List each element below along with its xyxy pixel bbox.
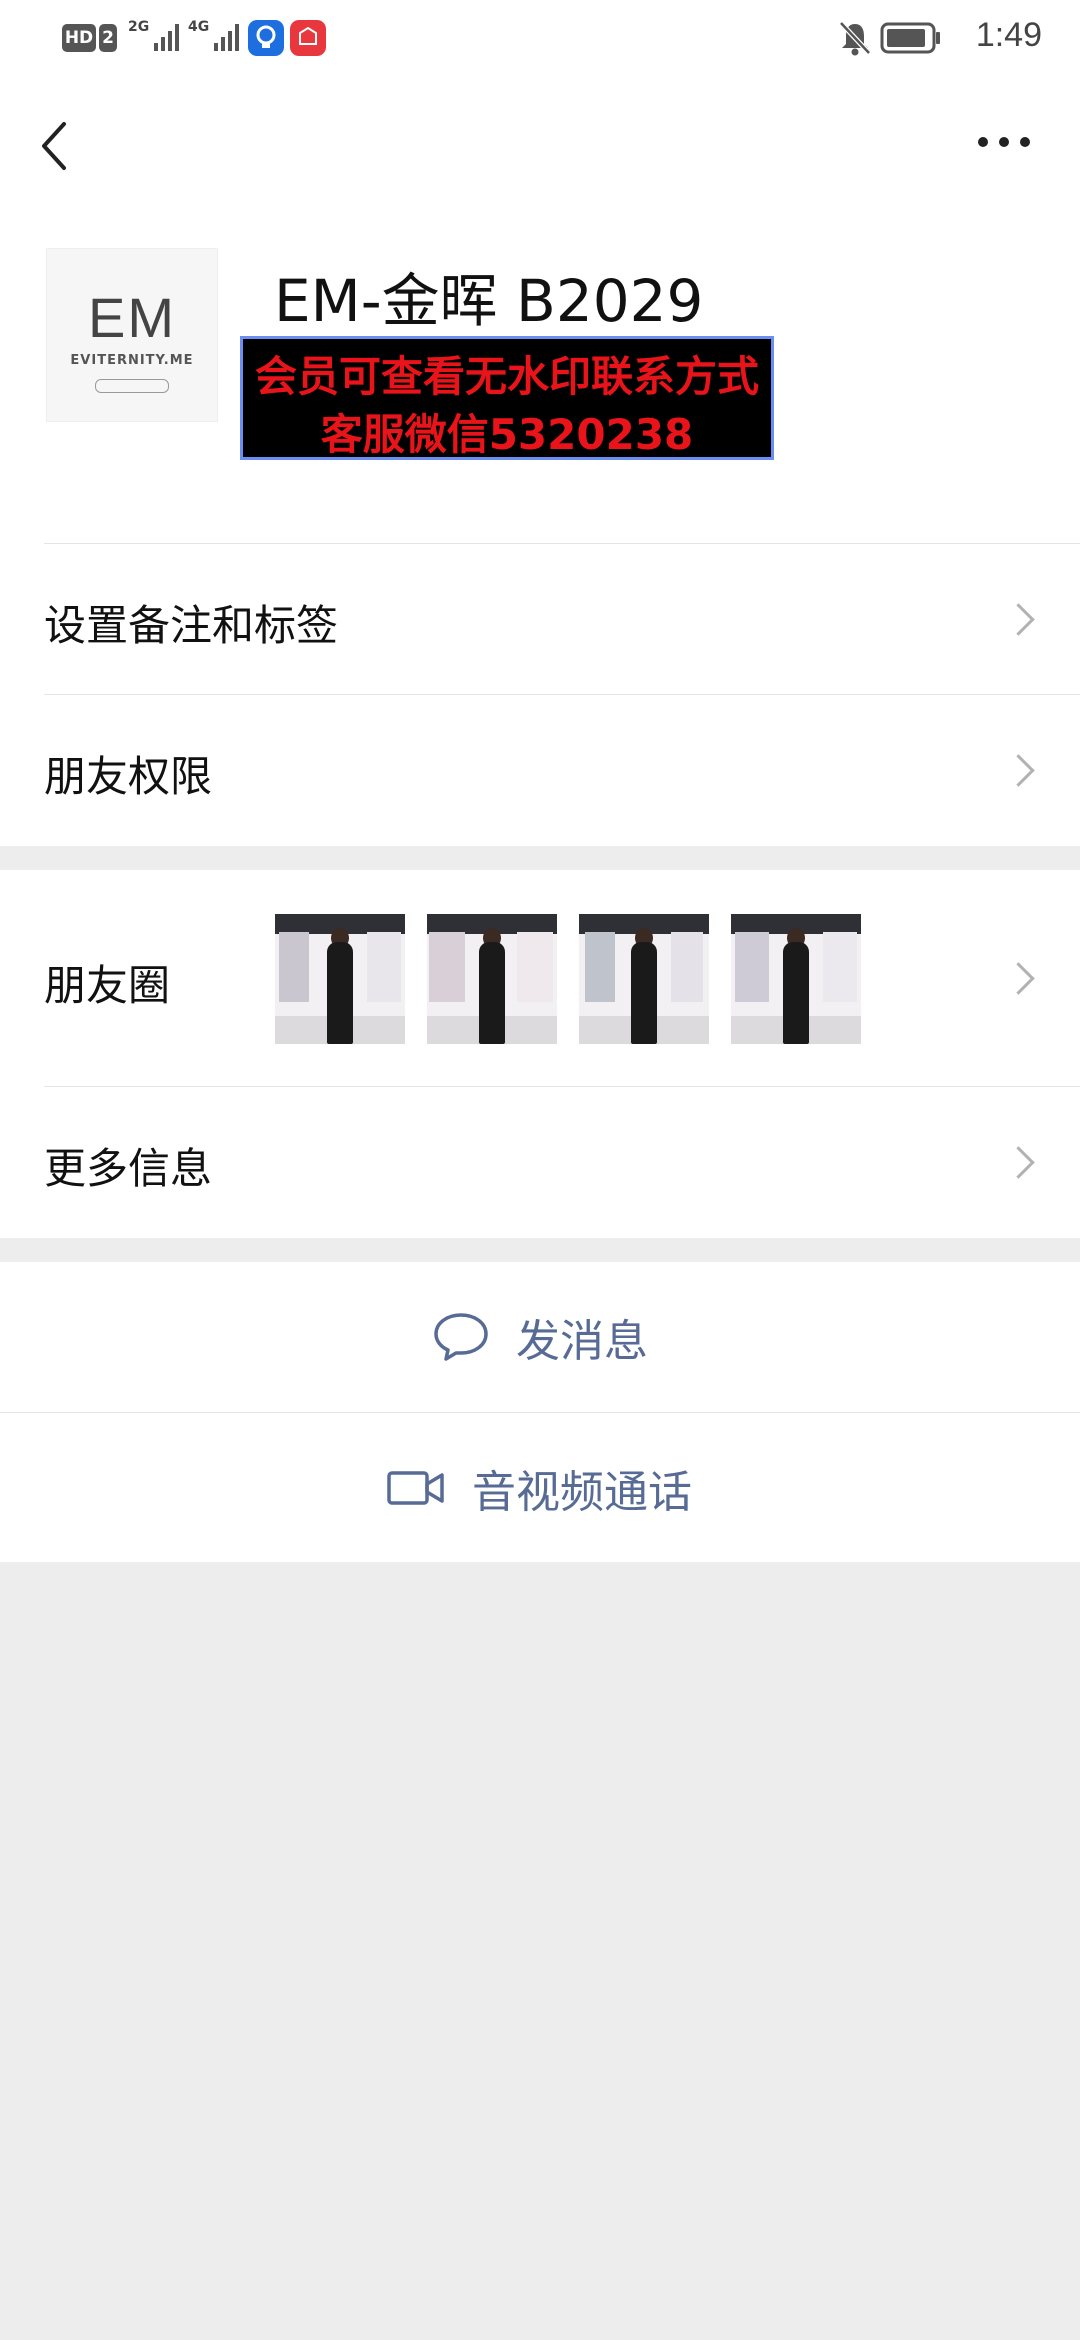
status-bar: HD 2 2G 4G 1:49 xyxy=(0,0,1080,76)
hd-badge: HD xyxy=(62,24,96,52)
row-friend-permissions[interactable]: 朋友权限 xyxy=(0,695,1080,846)
row-more-info[interactable]: 更多信息 xyxy=(0,1087,1080,1238)
battery-icon xyxy=(880,22,942,58)
profile-nickname: EM-金晖 B2029 xyxy=(274,267,704,335)
nav-header xyxy=(0,76,1080,206)
sim-badge: 2 xyxy=(99,24,117,52)
chevron-right-icon xyxy=(1002,962,1035,995)
signal-4g-icon: 4G xyxy=(188,19,240,51)
row-label: 朋友圈 xyxy=(44,961,171,1010)
watermark-line-1: 会员可查看无水印联系方式 xyxy=(254,352,759,401)
video-camera-icon xyxy=(387,1471,444,1505)
row-label: 设置备注和标签 xyxy=(44,601,339,650)
more-dots-icon xyxy=(978,137,1030,147)
profile-card: EM EVITERNITY.ME EM-金晖 B2029 会员可查看无水印联系方… xyxy=(0,206,1080,544)
moments-thumbnail xyxy=(275,914,405,1044)
row-label: 朋友权限 xyxy=(44,752,213,801)
chevron-right-icon xyxy=(1002,1146,1035,1179)
video-call-label: 音视频通话 xyxy=(472,1467,692,1518)
watermark-overlay: 会员可查看无水印联系方式 客服微信5320238 xyxy=(240,336,774,460)
bulb-app-icon xyxy=(248,20,284,56)
moments-thumbnail xyxy=(427,914,557,1044)
avatar-brand: EVITERNITY.ME xyxy=(70,353,194,368)
chevron-right-icon xyxy=(1002,603,1035,636)
row-remark-and-tags[interactable]: 设置备注和标签 xyxy=(0,544,1080,694)
settings-group: 设置备注和标签 朋友权限 xyxy=(0,544,1080,846)
chat-bubble-icon xyxy=(434,1313,488,1361)
row-moments[interactable]: 朋友圈 xyxy=(0,870,1080,1086)
huawei-app-icon xyxy=(290,20,326,56)
avatar-pill-decoration xyxy=(95,379,169,393)
back-button[interactable] xyxy=(36,116,76,176)
mute-bell-icon xyxy=(838,20,872,60)
clock-time: 1:49 xyxy=(975,16,1042,54)
moments-thumbnail xyxy=(579,914,709,1044)
moments-group: 朋友圈 更多信息 xyxy=(0,870,1080,1238)
signal-2g-icon: 2G xyxy=(128,19,180,51)
chevron-left-icon xyxy=(42,122,66,170)
moments-thumbnail xyxy=(731,914,861,1044)
send-message-label: 发消息 xyxy=(516,1316,648,1367)
more-button[interactable] xyxy=(975,126,1035,166)
avatar-logo: EM xyxy=(88,286,176,349)
avatar[interactable]: EM EVITERNITY.ME xyxy=(46,248,218,422)
row-label: 更多信息 xyxy=(44,1144,213,1193)
video-call-button[interactable]: 音视频通话 xyxy=(0,1413,1080,1562)
chevron-right-icon xyxy=(1002,754,1035,787)
actions-group: 发消息 音视频通话 xyxy=(0,1262,1080,1562)
watermark-line-2: 客服微信5320238 xyxy=(320,410,694,459)
send-message-button[interactable]: 发消息 xyxy=(0,1262,1080,1412)
